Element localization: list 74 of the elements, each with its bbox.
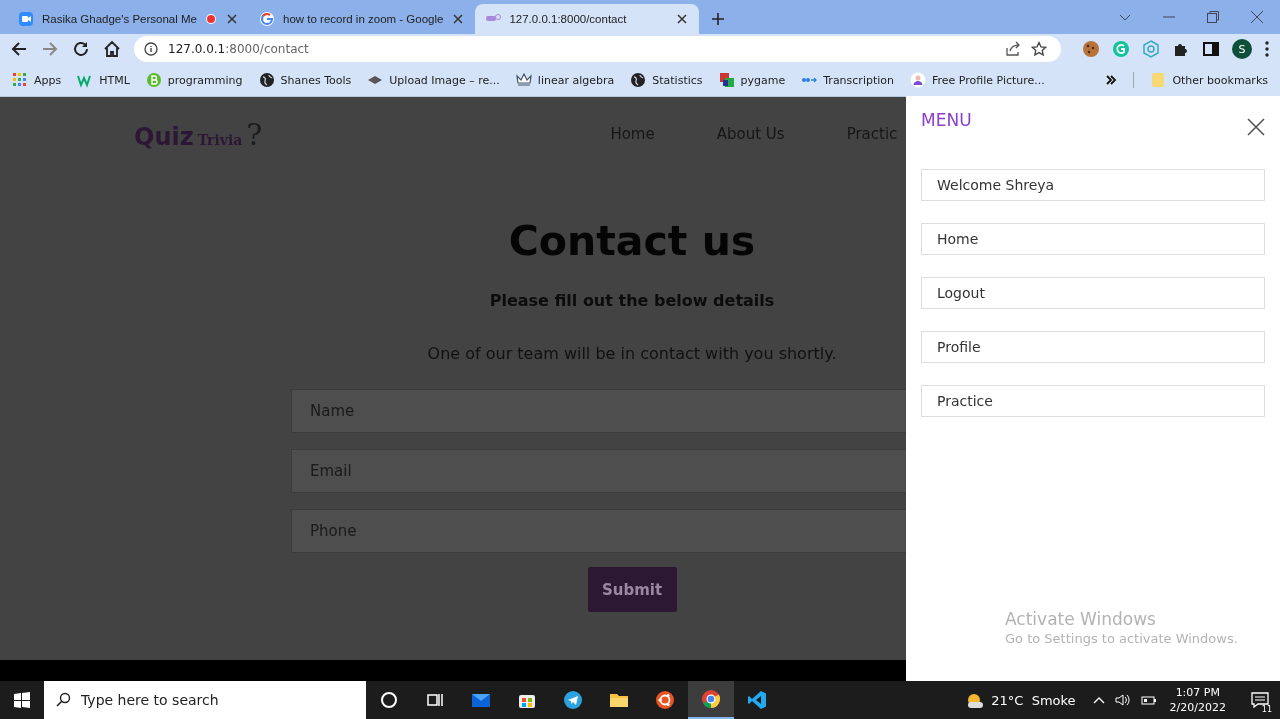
code-editor-icon <box>747 690 767 710</box>
chrome-icon <box>701 689 721 709</box>
activation-text: Go to Settings to activate Windows. <box>1005 631 1238 646</box>
sun-cloud-icon <box>965 692 986 708</box>
google-icon <box>259 11 275 27</box>
close-icon[interactable] <box>1250 10 1264 24</box>
browser-tab[interactable]: 127.0.0.1:8000/contact <box>475 4 700 34</box>
restore-icon[interactable] <box>1206 10 1220 24</box>
menu-title: MENU <box>921 110 972 130</box>
bookmark[interactable]: pygame <box>718 72 786 88</box>
close-icon[interactable] <box>675 12 690 26</box>
taskbar-app[interactable] <box>688 681 734 719</box>
browser-tab[interactable]: Rasika Ghadge's Personal Me <box>8 4 249 34</box>
bookmark[interactable]: Statistics <box>630 72 703 88</box>
tab-title: Rasika Ghadge's Personal Me <box>42 13 197 25</box>
close-icon[interactable] <box>451 12 466 26</box>
profile-avatar[interactable]: S <box>1232 39 1252 59</box>
circle-icon <box>379 690 399 710</box>
ubuntu-icon <box>655 690 675 710</box>
back-arrow-icon[interactable] <box>10 40 28 58</box>
squares-icon <box>718 72 735 88</box>
reload-icon[interactable] <box>72 40 90 58</box>
bookmark[interactable]: Other bookmarks <box>1150 72 1268 88</box>
activation-title: Activate Windows <box>1005 609 1157 629</box>
person-icon <box>910 72 926 88</box>
tab-title: 127.0.0.1:8000/contact <box>509 13 628 25</box>
windows-icon[interactable] <box>14 692 30 708</box>
side-panel-icon[interactable] <box>1202 40 1220 58</box>
paper-plane-icon <box>563 690 583 710</box>
menu-item[interactable]: Home <box>921 223 1265 255</box>
submit-button[interactable]: Submit <box>587 567 677 612</box>
menu-item[interactable]: Profile <box>921 331 1265 363</box>
speaker-icon[interactable] <box>1114 693 1131 707</box>
bookmark[interactable]: Transcription <box>801 72 894 88</box>
bookmark[interactable]: HTML <box>77 72 130 88</box>
forward-arrow-icon[interactable] <box>41 40 59 58</box>
more-menu-icon[interactable] <box>1264 40 1270 58</box>
menu-item[interactable]: Welcome Shreya <box>921 169 1265 201</box>
menu-item[interactable]: Practice <box>921 385 1265 417</box>
notification-count: 11 <box>1259 705 1274 714</box>
search-icon <box>55 692 71 708</box>
bookmark[interactable]: Free Profile Picture... <box>910 72 1045 88</box>
cookie-icon[interactable] <box>1082 40 1100 58</box>
folder-icon <box>1150 72 1167 88</box>
close-icon[interactable] <box>1247 118 1265 136</box>
grid-icon <box>12 72 28 88</box>
star-icon[interactable] <box>1031 41 1047 57</box>
globe-icon <box>630 72 647 88</box>
page-heading: Contact us <box>508 217 756 265</box>
battery-icon[interactable] <box>1140 694 1157 706</box>
circle-b-icon <box>145 72 162 88</box>
tab-title: how to record in zoom - Google <box>283 13 444 25</box>
new-tab-icon[interactable] <box>711 12 726 26</box>
address-bar[interactable]: 127.0.0.1:8000/contact <box>134 36 1061 62</box>
home-icon[interactable] <box>103 40 121 58</box>
close-icon[interactable] <box>225 12 239 26</box>
bookmark[interactable]: Shanes Tools <box>258 72 352 88</box>
search-field[interactable]: Type here to search <box>44 681 366 719</box>
globe-icon <box>258 72 275 88</box>
bookmark[interactable]: linear algebra <box>515 72 615 88</box>
bookmark[interactable]: Upload Image – re... <box>367 72 500 88</box>
video-icon <box>18 11 34 27</box>
bookmark[interactable]: Apps <box>12 72 62 88</box>
url-text: 127.0.0.1:8000/contact <box>168 42 309 56</box>
info-icon <box>144 42 158 56</box>
crown-icon <box>515 72 532 88</box>
clock-time[interactable]: 1:07 PM <box>1175 685 1220 700</box>
chevrons-icon[interactable] <box>1105 74 1118 86</box>
clock-date[interactable]: 2/20/2022 <box>1169 700 1226 715</box>
menu-item[interactable]: Logout <box>921 277 1265 309</box>
share-icon[interactable] <box>1005 41 1021 57</box>
browser-tab[interactable]: how to record in zoom - Google <box>249 4 476 34</box>
weather[interactable]: 21°C Smoke <box>965 692 1076 708</box>
bookmark[interactable]: programming <box>145 72 243 88</box>
